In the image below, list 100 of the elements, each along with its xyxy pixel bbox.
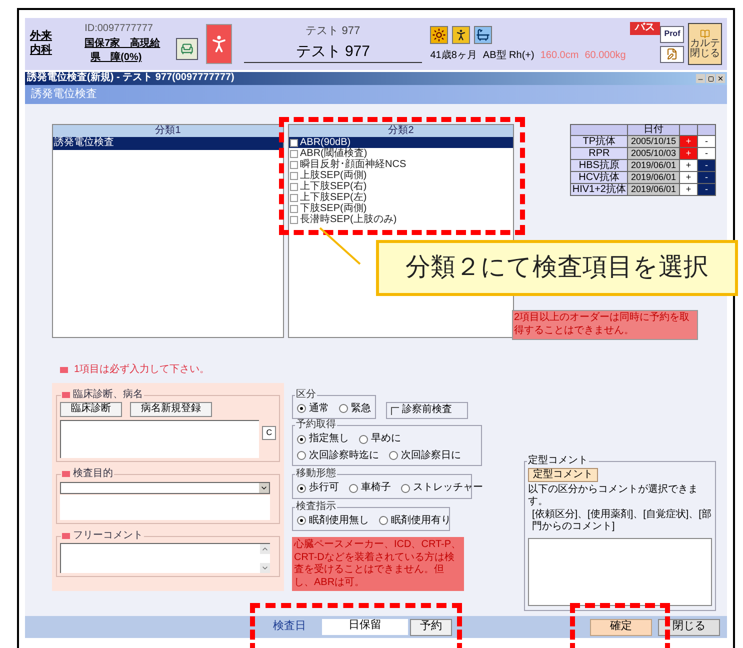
table-cell: 2019/06/01 <box>628 184 680 196</box>
warning-message: 心臓ペースメーカー、ICD、CRT-P、CRT-Dなどを装着されている方は検査を受けることはできません。但し、ABRは可。 <box>292 537 464 591</box>
table-cell: 2019/06/01 <box>628 172 680 184</box>
clear-button[interactable]: C <box>262 426 276 440</box>
template-comment-button[interactable]: 定型コメント <box>528 468 598 482</box>
radio-button[interactable] <box>359 434 368 444</box>
pre-exam-checkbox[interactable]: 診察前検査 <box>386 402 468 419</box>
checkbox[interactable] <box>290 160 298 168</box>
list-item[interactable]: ABR(90dB) <box>289 137 513 148</box>
list-item[interactable]: 瞬目反射･顔面神経NCS <box>289 159 513 170</box>
scroll-down-icon[interactable] <box>260 562 270 572</box>
list-item[interactable]: 下肢SEP(両側) <box>289 203 513 214</box>
radio-button[interactable] <box>297 451 306 460</box>
group-label: 臨床診断、病名 <box>73 388 143 401</box>
list-header: 分類1 <box>53 125 283 137</box>
radio-button[interactable] <box>297 484 306 493</box>
table-cell: 2019/06/01 <box>628 160 680 172</box>
template-description: 以下の区分からコメントが選択できます。 <box>528 484 699 508</box>
list-item[interactable]: 上肢SEP(両側) <box>289 170 513 181</box>
radio-label: 眠剤使用無し <box>309 514 369 527</box>
group-label: 検査目的 <box>73 468 113 480</box>
radio-button[interactable] <box>389 451 398 460</box>
blood-type: AB型 Rh(+) <box>482 50 534 62</box>
checkbox[interactable] <box>290 204 298 212</box>
table-cell: HCV抗体 <box>570 172 628 184</box>
radio-button[interactable] <box>297 404 306 414</box>
edit-icon[interactable] <box>660 46 684 62</box>
patient-kana-name: テスト 977 <box>306 25 360 39</box>
patient-age: 41歳8ヶ月 <box>430 50 477 62</box>
radio-label: 歩行可 <box>309 482 339 494</box>
date-field[interactable]: 日保留 <box>322 619 408 635</box>
list-item[interactable]: ABR(閾値検査) <box>289 148 513 159</box>
template-comment-text-area[interactable] <box>528 538 712 606</box>
diagnosis-button[interactable]: 病名新規登録 <box>130 402 212 416</box>
group-label: 定型コメント <box>527 454 589 467</box>
radio-label: 指定無し <box>309 433 349 446</box>
list-item[interactable]: 誘発電位検査 <box>53 137 283 150</box>
list-header: 分類2 <box>289 125 513 137</box>
radio-label: 早めに <box>371 433 401 446</box>
visit-type: 外来 <box>30 30 53 44</box>
maximize-icon[interactable] <box>706 74 715 83</box>
checkbox[interactable] <box>290 194 298 202</box>
group-label: 予約取得 <box>295 419 337 432</box>
radio-label: 眠剤使用有り <box>391 514 451 527</box>
purpose-dropdown[interactable] <box>60 482 270 494</box>
table-cell: RPR <box>570 148 628 160</box>
radio-label: 緊急 <box>351 402 371 415</box>
close-button[interactable]: 閉じる <box>658 618 720 636</box>
minimize-icon[interactable] <box>696 74 705 83</box>
scroll-up-icon[interactable] <box>260 544 270 554</box>
chair-icon[interactable] <box>176 38 198 60</box>
checkbox[interactable] <box>290 216 298 224</box>
radio-button[interactable] <box>297 434 306 444</box>
radio-button[interactable] <box>339 404 348 414</box>
confirm-button[interactable]: 確定 <box>590 618 652 636</box>
radio-button[interactable] <box>349 484 358 493</box>
patient-height: 160.0cm <box>540 50 579 62</box>
free-comment-text-area[interactable] <box>60 542 270 572</box>
list-item[interactable]: 上下肢SEP(右) <box>289 181 513 192</box>
insurance-info: 県 障(0%) <box>90 52 143 65</box>
reserve-button[interactable]: 予約 <box>410 618 452 636</box>
required-note: 1項目は必ず入力して下さい。 <box>74 364 210 376</box>
checkbox[interactable] <box>290 150 298 158</box>
page-heading: 誘発電位検査 <box>31 88 97 102</box>
radio-button[interactable] <box>297 516 306 526</box>
required-marker-icon <box>62 470 70 477</box>
sun-icon[interactable] <box>430 26 448 44</box>
info-person-icon[interactable] <box>452 26 470 44</box>
callout-box: 分類２にて検査項目を選択 <box>376 240 738 296</box>
window-title: 誘発電位検査(新規) - テスト 977(0097777777) <box>27 72 234 85</box>
radio-button[interactable] <box>379 516 388 526</box>
diagnosis-button[interactable]: 臨床診断 <box>60 402 122 416</box>
checkbox[interactable] <box>290 182 298 190</box>
checkbox[interactable] <box>290 172 298 180</box>
required-marker-icon <box>60 367 68 374</box>
leader-line <box>318 226 362 266</box>
group-label: 区分 <box>295 388 317 401</box>
table-cell: TP抗体 <box>570 136 628 148</box>
list-item[interactable]: 上下肢SEP(左) <box>289 192 513 203</box>
list-item[interactable]: 長潜時SEP(上肢のみ) <box>289 214 513 225</box>
group-label: フリーコメント <box>73 530 143 542</box>
bath-icon[interactable] <box>474 26 492 44</box>
insurance-info: 国保7家 高現給 <box>84 38 162 50</box>
radio-label: 車椅子 <box>361 482 391 494</box>
close-chart-button[interactable]: カルテ閉じる <box>688 23 722 65</box>
date-label: 検査日 <box>273 620 306 634</box>
group-label: 移動形態 <box>295 468 337 480</box>
checkbox[interactable] <box>290 138 298 146</box>
radio-button[interactable] <box>401 484 410 493</box>
person-icon <box>206 24 232 64</box>
department: 内科 <box>30 44 53 58</box>
close-icon[interactable] <box>716 74 725 83</box>
patient-name: テスト 977 <box>244 43 422 63</box>
table-header: 日付 <box>628 124 680 136</box>
diagnosis-text-area[interactable] <box>60 420 260 458</box>
table-cell: HIV1+2抗体 <box>570 184 628 196</box>
required-marker-icon <box>62 532 70 539</box>
prof-button[interactable]: Prof <box>660 26 684 42</box>
table-cell: 2005/10/15 <box>628 136 680 148</box>
checkbox[interactable] <box>391 406 399 414</box>
